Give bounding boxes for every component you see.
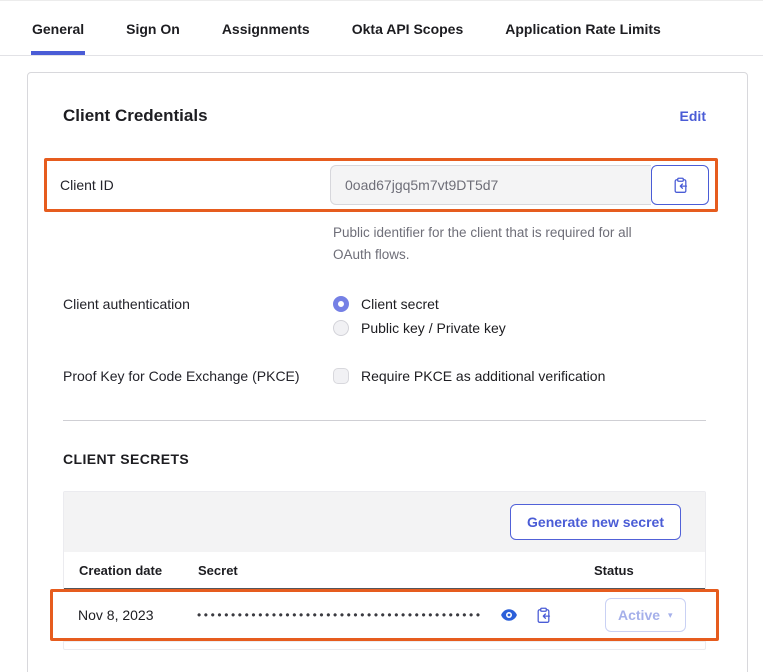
secrets-table-header: Creation date Secret Status: [64, 552, 705, 589]
client-secrets-toolbar: Generate new secret: [64, 492, 705, 552]
secret-creation-date: Nov 8, 2023: [78, 607, 197, 623]
client-id-value-field[interactable]: 0oad67jgq5m7vt9DT5d7: [330, 165, 651, 205]
copy-secret-button[interactable]: [535, 607, 552, 624]
client-id-help-line2: OAuth flows.: [333, 244, 678, 266]
client-id-label: Client ID: [60, 177, 330, 193]
client-id-help: Public identifier for the client that is…: [63, 222, 706, 266]
radio-option-client-secret[interactable]: Client secret: [333, 296, 506, 312]
column-header-creation-date: Creation date: [79, 563, 198, 578]
clipboard-copy-icon: [535, 607, 552, 624]
table-bottom-border: [64, 641, 705, 649]
tab-okta-api-scopes[interactable]: Okta API Scopes: [351, 21, 465, 55]
column-header-secret: Secret: [198, 563, 594, 578]
client-secrets-panel: Generate new secret Creation date Secret…: [63, 491, 706, 650]
masked-secret-value: ••••••••••••••••••••••••••••••••••••••••…: [197, 608, 483, 622]
client-authentication-row: Client authentication Client secret Publ…: [63, 296, 706, 336]
edit-link[interactable]: Edit: [680, 108, 706, 124]
pkce-label: Proof Key for Code Exchange (PKCE): [63, 368, 333, 384]
checkbox-unchecked-icon[interactable]: [333, 368, 349, 384]
table-row: Nov 8, 2023 ••••••••••••••••••••••••••••…: [53, 592, 716, 638]
client-secrets-title: CLIENT SECRETS: [63, 451, 706, 467]
radio-client-secret-label: Client secret: [361, 296, 439, 312]
tab-application-rate-limits[interactable]: Application Rate Limits: [504, 21, 662, 55]
radio-unselected-icon[interactable]: [333, 320, 349, 336]
secret-row-highlight: Nov 8, 2023 ••••••••••••••••••••••••••••…: [50, 589, 719, 641]
pkce-row: Proof Key for Code Exchange (PKCE) Requi…: [63, 368, 706, 384]
eye-icon: [500, 608, 518, 622]
clipboard-copy-icon: [672, 177, 689, 194]
radio-option-public-private-key[interactable]: Public key / Private key: [333, 320, 506, 336]
client-id-row-highlight: Client ID 0oad67jgq5m7vt9DT5d7: [44, 158, 718, 212]
status-label: Active: [618, 607, 660, 623]
pkce-checkbox-label: Require PKCE as additional verification: [361, 368, 605, 384]
radio-selected-icon[interactable]: [333, 296, 349, 312]
tab-assignments[interactable]: Assignments: [221, 21, 311, 55]
reveal-secret-button[interactable]: [500, 608, 518, 622]
copy-client-id-button[interactable]: [651, 165, 709, 205]
tab-sign-on[interactable]: Sign On: [125, 21, 181, 55]
client-id-help-line1: Public identifier for the client that is…: [333, 222, 678, 244]
generate-new-secret-button[interactable]: Generate new secret: [510, 504, 681, 540]
status-dropdown-button[interactable]: Active ▾: [605, 598, 686, 632]
client-id-input-group: 0oad67jgq5m7vt9DT5d7: [330, 165, 709, 205]
secret-value-cell: ••••••••••••••••••••••••••••••••••••••••…: [197, 607, 605, 624]
column-header-status: Status: [594, 563, 690, 578]
chevron-down-icon: ▾: [668, 610, 673, 621]
client-credentials-title: Client Credentials: [63, 106, 208, 126]
client-credentials-header: Client Credentials Edit: [63, 106, 706, 126]
general-settings-card: Client Credentials Edit Client ID 0oad67…: [27, 72, 748, 672]
section-divider: [63, 420, 706, 421]
secret-status-cell: Active ▾: [605, 598, 701, 632]
radio-public-key-label: Public key / Private key: [361, 320, 506, 336]
pkce-checkbox-option[interactable]: Require PKCE as additional verification: [333, 368, 605, 384]
app-tab-bar: General Sign On Assignments Okta API Sco…: [0, 1, 763, 56]
client-authentication-label: Client authentication: [63, 296, 333, 336]
tab-general[interactable]: General: [31, 21, 85, 55]
